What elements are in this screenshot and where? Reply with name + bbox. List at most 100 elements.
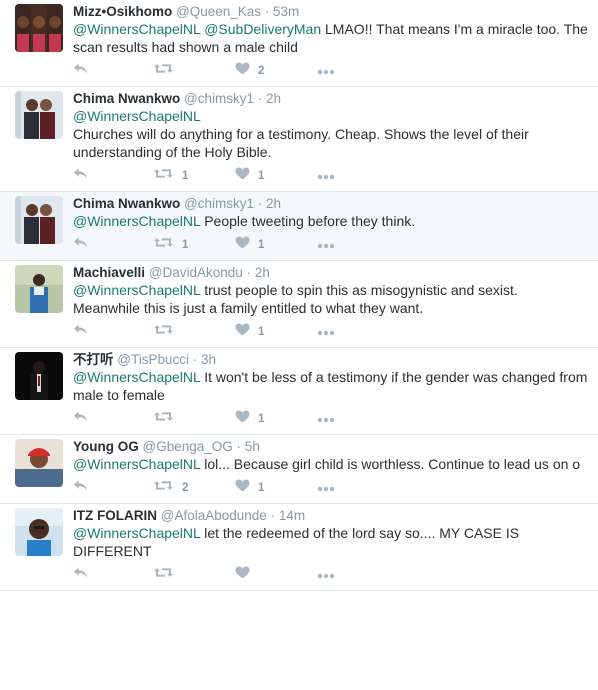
tweet[interactable]: 不打听 @TisPbucci · 3h @WinnersChapelNL It … xyxy=(0,348,598,435)
reply-button[interactable] xyxy=(73,566,153,584)
reply-button[interactable] xyxy=(73,479,153,497)
reply-button[interactable] xyxy=(73,236,153,254)
user-handle[interactable]: @AfolaAbodunde xyxy=(161,508,267,523)
tweet-text-segment: Churches will do anything for a testimon… xyxy=(73,126,529,160)
heart-icon xyxy=(235,479,250,497)
tweet-text: @WinnersChapelNL It won't be less of a t… xyxy=(73,368,588,404)
tweet-text: @WinnersChapelNL let the redeemed of the… xyxy=(73,524,588,560)
like-count: 1 xyxy=(258,170,265,182)
timestamp[interactable]: 2h xyxy=(266,196,281,211)
tweet-feed: Mizz•Osikhomo @Queen_Kas · 53m @WinnersC… xyxy=(0,0,598,591)
reply-icon xyxy=(73,62,88,80)
avatar[interactable] xyxy=(15,265,63,313)
like-button[interactable]: 1 xyxy=(235,410,317,428)
tweet-actions: 1 1 xyxy=(73,230,588,260)
user-handle[interactable]: @Gbenga_OG xyxy=(143,439,233,454)
user-handle[interactable]: @chimsky1 xyxy=(184,91,254,106)
like-button[interactable]: 1 xyxy=(235,323,317,341)
retweet-icon xyxy=(153,62,174,80)
retweet-button[interactable]: 2 xyxy=(153,479,235,497)
mention-link[interactable]: @WinnersChapelNL xyxy=(73,282,200,298)
more-icon xyxy=(317,479,335,497)
tweet-header: 不打听 @TisPbucci · 3h xyxy=(73,351,588,368)
timestamp[interactable]: 14m xyxy=(279,508,305,523)
avatar[interactable] xyxy=(15,439,63,487)
more-button[interactable] xyxy=(317,410,357,428)
tweet[interactable]: Mizz•Osikhomo @Queen_Kas · 53m @WinnersC… xyxy=(0,0,598,87)
more-button[interactable] xyxy=(317,167,357,185)
like-count: 1 xyxy=(258,326,265,338)
heart-icon xyxy=(235,62,250,80)
like-button[interactable]: 1 xyxy=(235,479,317,497)
more-button[interactable] xyxy=(317,323,357,341)
retweet-button[interactable] xyxy=(153,566,235,584)
user-handle[interactable]: @TisPbucci xyxy=(117,352,189,367)
mention-link[interactable]: @WinnersChapelNL xyxy=(73,21,200,37)
more-button[interactable] xyxy=(317,566,357,584)
display-name[interactable]: Chima Nwankwo xyxy=(73,91,180,106)
like-button[interactable]: 2 xyxy=(235,62,317,80)
tweet-text-segment: People tweeting before they think. xyxy=(200,213,416,229)
timestamp[interactable]: 5h xyxy=(245,439,260,454)
more-icon xyxy=(317,167,335,185)
mention-link[interactable]: @WinnersChapelNL xyxy=(73,525,200,541)
avatar[interactable] xyxy=(15,91,63,139)
user-handle[interactable]: @Queen_Kas xyxy=(176,4,261,19)
timestamp[interactable]: 2h xyxy=(255,265,270,280)
display-name[interactable]: Chima Nwankwo xyxy=(73,196,180,211)
timestamp[interactable]: 2h xyxy=(266,91,281,106)
mention-link[interactable]: @WinnersChapelNL xyxy=(73,108,201,124)
reply-button[interactable] xyxy=(73,167,153,185)
heart-icon xyxy=(235,566,250,584)
retweet-icon xyxy=(153,167,174,185)
tweet-actions: 2 1 xyxy=(73,473,588,503)
display-name[interactable]: Young OG xyxy=(73,439,139,454)
like-count: 2 xyxy=(258,65,265,77)
like-button[interactable]: 1 xyxy=(235,236,317,254)
retweet-button[interactable]: 1 xyxy=(153,236,235,254)
like-count: 1 xyxy=(258,482,265,494)
avatar[interactable] xyxy=(15,352,63,400)
heart-icon xyxy=(235,236,250,254)
retweet-button[interactable] xyxy=(153,410,235,428)
separator: · xyxy=(192,352,201,367)
retweet-count: 1 xyxy=(182,239,189,251)
retweet-button[interactable]: 1 xyxy=(153,167,235,185)
tweet-header: Machiavelli @DavidAkondu · 2h xyxy=(73,264,588,281)
like-button[interactable] xyxy=(235,566,317,584)
tweet[interactable]: Chima Nwankwo @chimsky1 · 2h @WinnersCha… xyxy=(0,87,598,192)
more-button[interactable] xyxy=(317,62,357,80)
more-button[interactable] xyxy=(317,236,357,254)
user-handle[interactable]: @chimsky1 xyxy=(184,196,254,211)
display-name[interactable]: Machiavelli xyxy=(73,265,145,280)
mention-link[interactable]: @WinnersChapelNL xyxy=(73,456,200,472)
tweet[interactable]: Chima Nwankwo @chimsky1 · 2h @WinnersCha… xyxy=(0,192,598,261)
heart-icon xyxy=(235,167,250,185)
display-name[interactable]: 不打听 xyxy=(73,352,114,367)
display-name[interactable]: Mizz•Osikhomo xyxy=(73,4,172,19)
tweet-text: @WinnersChapelNL lol... Because girl chi… xyxy=(73,455,588,473)
tweet[interactable]: ITZ FOLARIN @AfolaAbodunde · 14m @Winner… xyxy=(0,504,598,591)
like-button[interactable]: 1 xyxy=(235,167,317,185)
display-name[interactable]: ITZ FOLARIN xyxy=(73,508,157,523)
more-button[interactable] xyxy=(317,479,357,497)
reply-button[interactable] xyxy=(73,62,153,80)
reply-button[interactable] xyxy=(73,410,153,428)
tweet[interactable]: Machiavelli @DavidAkondu · 2h @WinnersCh… xyxy=(0,261,598,348)
mention-link[interactable]: @SubDeliveryMan xyxy=(204,21,321,37)
tweet[interactable]: Young OG @Gbenga_OG · 5h @WinnersChapelN… xyxy=(0,435,598,504)
reply-button[interactable] xyxy=(73,323,153,341)
timestamp[interactable]: 53m xyxy=(273,4,299,19)
user-handle[interactable]: @DavidAkondu xyxy=(149,265,243,280)
more-icon xyxy=(317,236,335,254)
retweet-button[interactable] xyxy=(153,62,235,80)
avatar[interactable] xyxy=(15,196,63,244)
reply-icon xyxy=(73,323,88,341)
avatar[interactable] xyxy=(15,508,63,556)
mention-link[interactable]: @WinnersChapelNL xyxy=(73,213,200,229)
mention-link[interactable]: @WinnersChapelNL xyxy=(73,369,200,385)
timestamp[interactable]: 3h xyxy=(201,352,216,367)
retweet-button[interactable] xyxy=(153,323,235,341)
avatar[interactable] xyxy=(15,4,63,52)
tweet-actions: 1 xyxy=(73,317,588,347)
